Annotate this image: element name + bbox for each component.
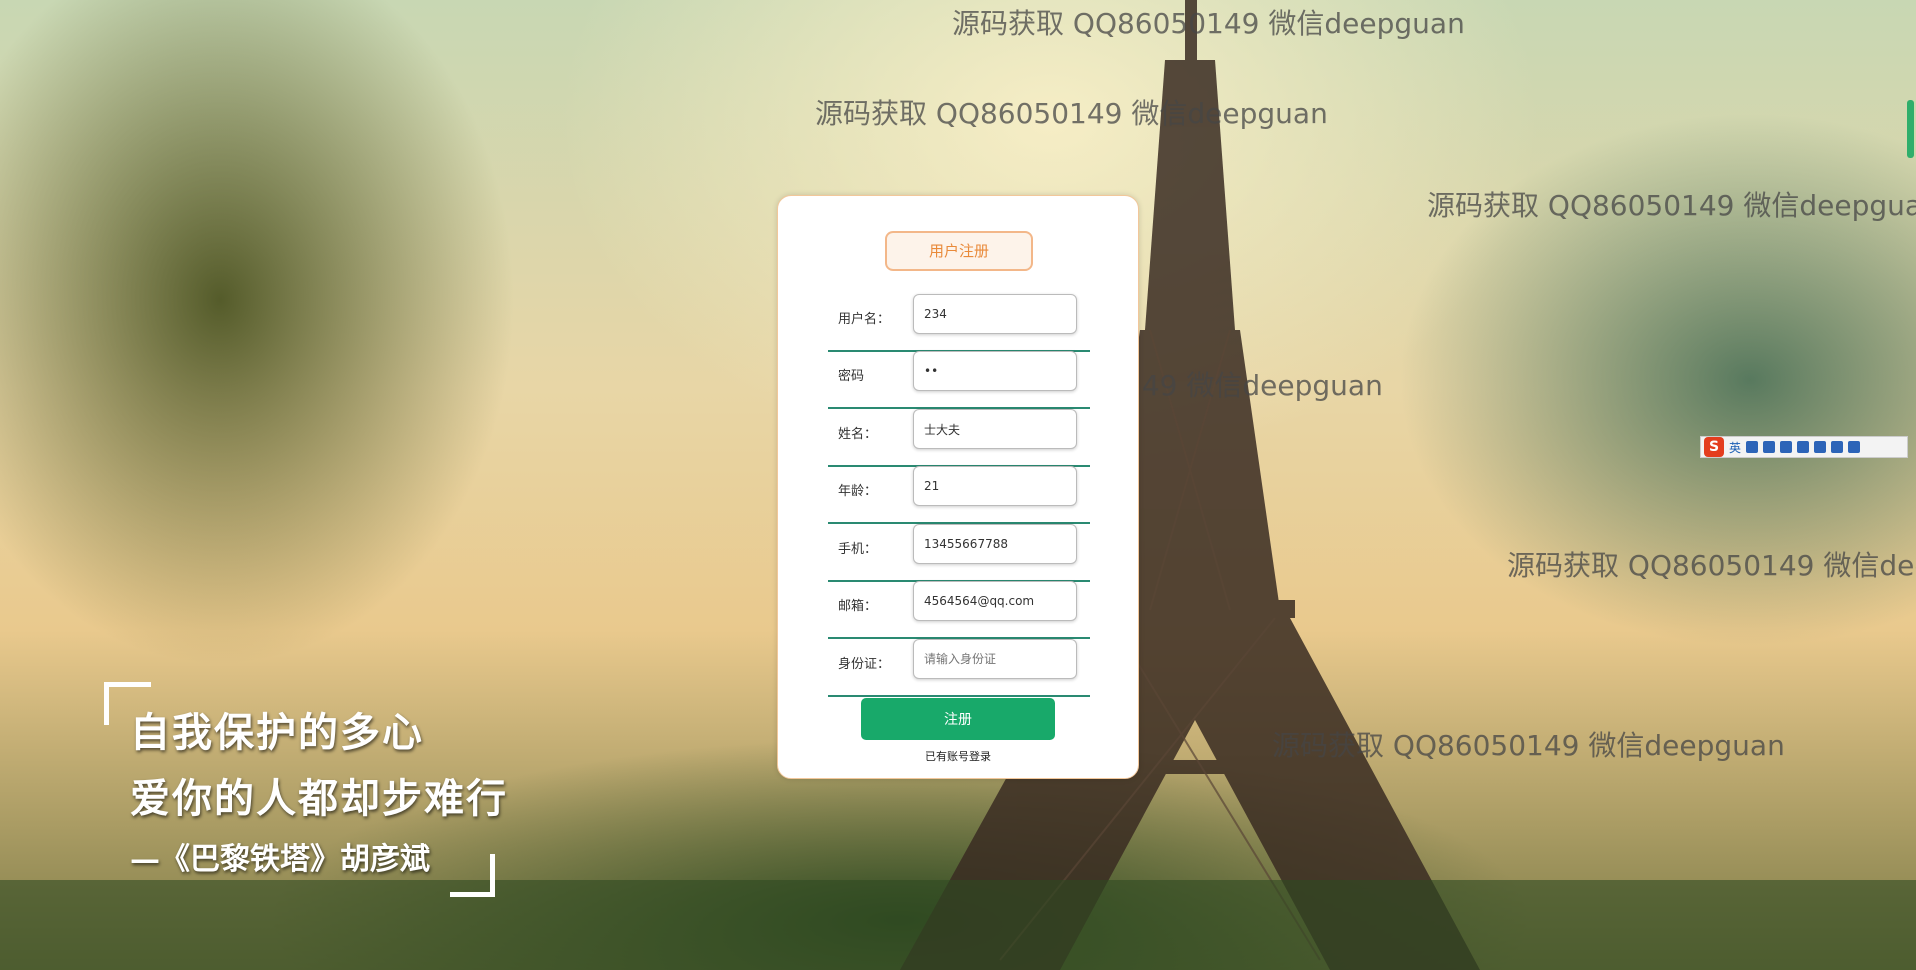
phone-input[interactable] [913,524,1077,564]
menu-grid-icon[interactable] [1848,441,1861,453]
punctuation-icon[interactable] [1746,441,1759,453]
keyboard-icon[interactable] [1797,441,1810,453]
sogou-logo-icon[interactable]: S [1704,437,1724,457]
id-card-label: 身份证： [838,657,891,672]
register-button[interactable]: 注册 [861,698,1055,740]
login-link[interactable]: 已有账号登录 [778,748,1138,764]
username-row: 用户名： [828,294,1090,352]
username-label: 用户名： [838,312,891,327]
name-label: 姓名： [838,427,878,442]
poem-line-1: 自我保护的多心 [130,709,424,756]
email-label: 邮箱： [838,599,878,614]
username-input[interactable] [913,294,1077,334]
phone-row: 手机： [828,524,1090,582]
password-row: 密码 [828,351,1090,409]
email-row: 邮箱： [828,581,1090,639]
age-row: 年龄： [828,466,1090,524]
password-label: 密码 [838,369,865,384]
id-card-row: 身份证： [828,639,1090,697]
microphone-icon[interactable] [1780,441,1793,453]
watermark-text: 源码获取 QQ86050149 微信deepguan [1507,549,1916,582]
name-row: 姓名： [828,409,1090,467]
watermark-text: 源码获取 QQ86050149 微信deepguan [1272,729,1785,762]
age-label: 年龄： [838,484,878,499]
watermark-text: 源码获取 QQ86050149 微信deepguan [1427,189,1916,222]
register-card: 用户注册 用户名： 密码 姓名： 年龄： 手机： 邮箱： 身份证： 注册 已有账… [777,195,1139,779]
scrollbar-thumb[interactable] [1907,100,1914,158]
age-input[interactable] [913,466,1077,506]
email-input[interactable] [913,581,1077,621]
poem-line-2: 爱你的人都却步难行 [130,775,508,822]
watermark-text: 源码获取 QQ86050149 微信deepguan [952,7,1465,40]
quote-bracket-close [450,854,495,897]
emoji-icon[interactable] [1763,441,1776,453]
password-input[interactable] [913,351,1077,391]
ime-language-toggle[interactable]: 英 [1729,439,1741,456]
poem-block: 自我保护的多心 爱你的人都却步难行 —《巴黎铁塔》胡彦斌 [130,700,508,878]
id-card-input[interactable] [913,639,1077,679]
phone-label: 手机： [838,542,878,557]
watermark-text: 源码获取 QQ86050149 微信deepguan [815,97,1328,130]
user-icon[interactable] [1814,441,1827,453]
ime-toolbar[interactable]: S 英 [1700,436,1908,458]
form-title: 用户注册 [885,231,1033,271]
skin-icon[interactable] [1831,441,1844,453]
name-input[interactable] [913,409,1077,449]
